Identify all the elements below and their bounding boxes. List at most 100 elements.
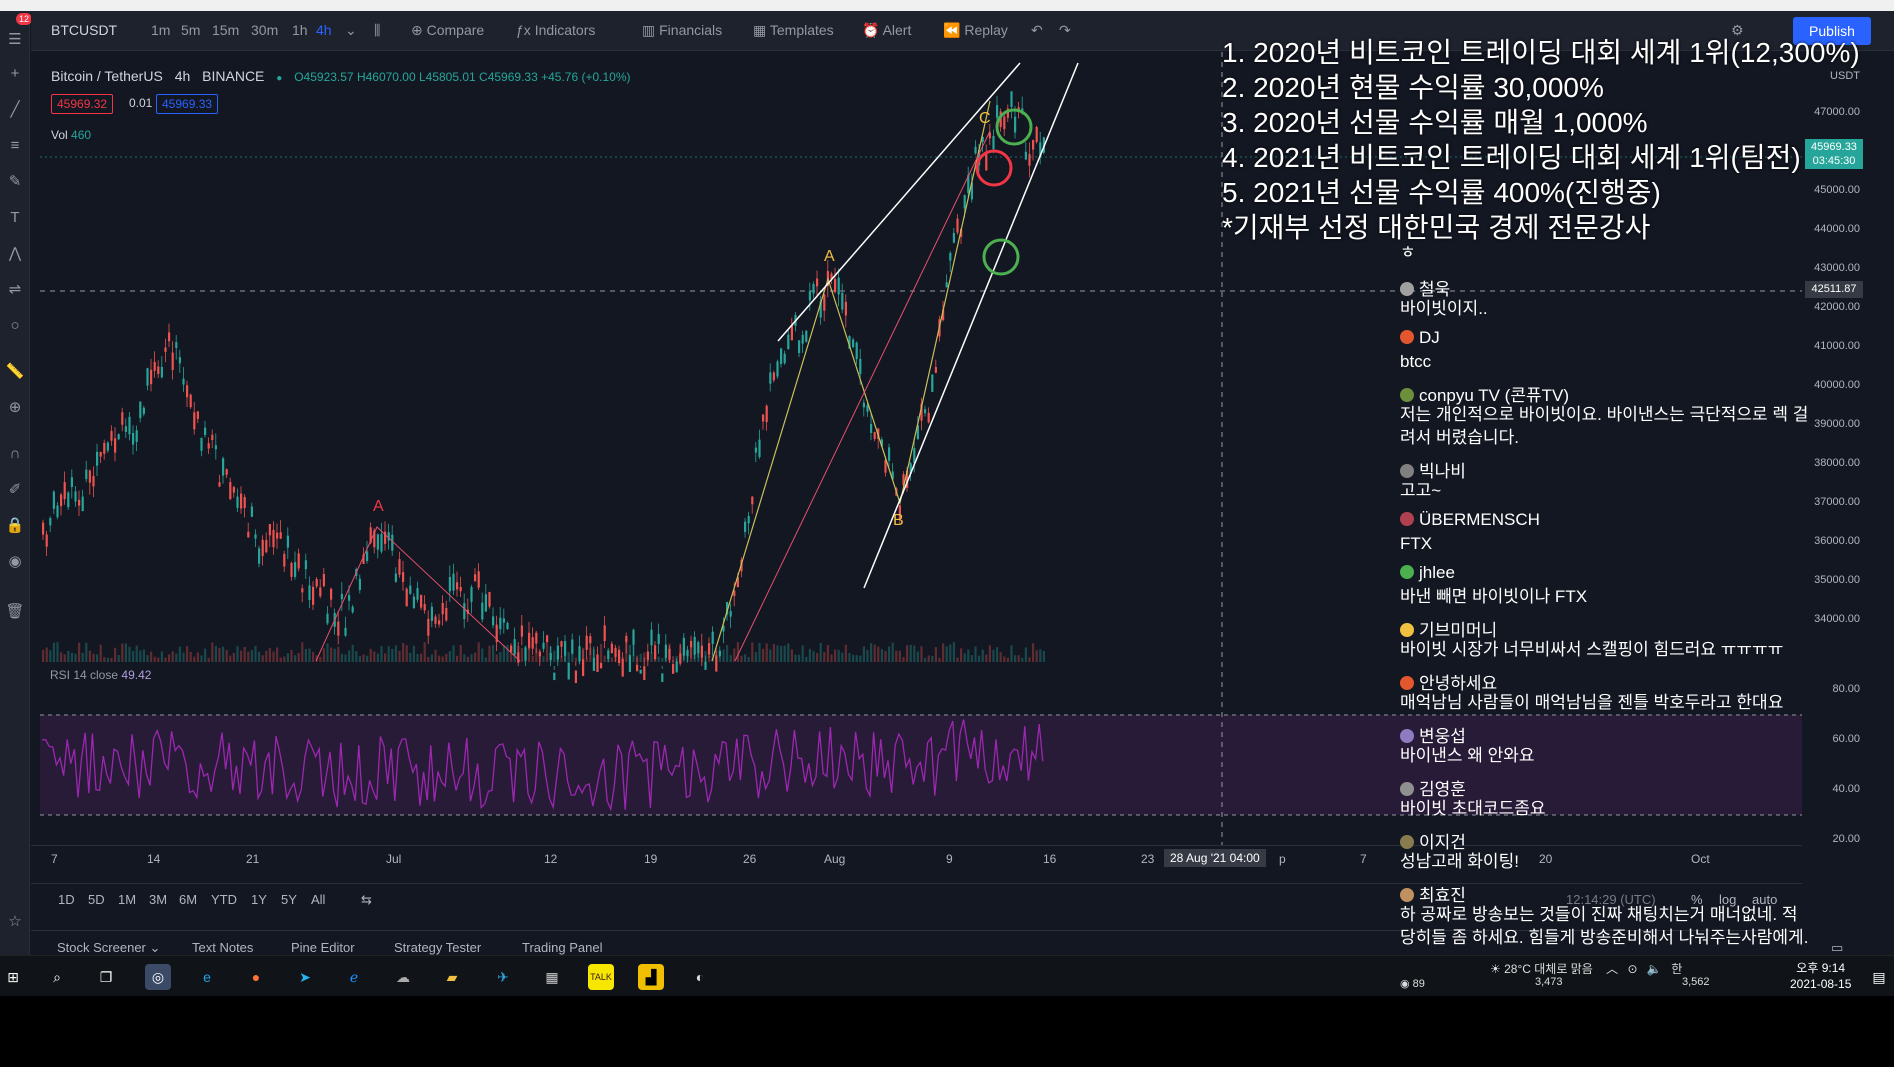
time-label: 21 xyxy=(246,852,260,866)
speaker-icon[interactable]: 🔈 xyxy=(1647,962,1662,976)
chat-message: 바이빗 시장가 너무비싸서 스캘핑이 힘드러요 ㅠㅠㅠㅠ xyxy=(1400,640,1784,659)
range-3m[interactable]: 3M xyxy=(149,892,167,907)
symbol-exchange: BINANCE xyxy=(202,68,265,84)
avatar xyxy=(1400,623,1414,637)
avatar xyxy=(1400,388,1414,402)
edge-icon[interactable]: e xyxy=(194,964,220,990)
tray-chevron-icon[interactable]: ︿ xyxy=(1606,962,1618,976)
file-explorer-icon[interactable]: ▰ xyxy=(439,964,465,990)
bird-app-icon[interactable]: ➤ xyxy=(292,964,318,990)
tab-trading-panel[interactable]: Trading Panel xyxy=(522,940,602,955)
rsi-value: 49.42 xyxy=(121,668,152,682)
rsi-axis-label: 60.00 xyxy=(1832,733,1860,745)
avatar xyxy=(1400,835,1414,849)
symbol-title: Bitcoin / TetherUS xyxy=(51,68,163,84)
time-label: 9 xyxy=(946,852,953,866)
tab-strategy-tester[interactable]: Strategy Tester xyxy=(394,940,481,955)
chat-message: FTX xyxy=(1400,534,1433,553)
firefox-icon[interactable]: ● xyxy=(243,964,269,990)
obs-icon[interactable]: ◐ xyxy=(687,964,713,990)
kakaotalk-icon[interactable]: TALK xyxy=(588,964,614,990)
symbol-interval: 4h xyxy=(174,68,191,84)
range-all[interactable]: All xyxy=(311,892,325,907)
chat-username: jhlee xyxy=(1400,563,1455,583)
achievement-line: 3. 2020년 선물 수익률 매월 1,000% xyxy=(1222,107,1648,138)
network-app-icon[interactable]: ☁ xyxy=(390,964,416,990)
time-label: 12 xyxy=(544,852,558,866)
tab-stock-screener[interactable]: Stock Screener ⌄ xyxy=(57,940,160,956)
viewer-count: ◉ 89 xyxy=(1400,977,1425,990)
time-label: p xyxy=(1279,852,1286,866)
avatar xyxy=(1400,888,1414,902)
range-1d[interactable]: 1D xyxy=(58,892,75,907)
chat-message: btcc xyxy=(1400,352,1432,371)
chat-message: 하 공짜로 방송보는 것들이 진짜 채팅치는거 매너없네. 적당히들 좀 하세요… xyxy=(1400,905,1809,947)
sticky-notes-icon[interactable]: ▟ xyxy=(638,964,664,990)
candle-body xyxy=(574,670,577,684)
price-label: 34000.00 xyxy=(1814,613,1860,625)
price-label: 35000.00 xyxy=(1814,574,1860,586)
clock-date: 2021-08-15 xyxy=(1790,977,1852,991)
range-6m[interactable]: 6M xyxy=(179,892,197,907)
chat-message: 고고~ xyxy=(1400,481,1442,500)
range-5y[interactable]: 5Y xyxy=(281,892,297,907)
time-label: 14 xyxy=(147,852,161,866)
range-1m[interactable]: 1M xyxy=(118,892,136,907)
app-window: ☰ 12 + ╱ ≡ ✎ T ⋀ ⇌ ○ 📏 ⊕ ∩ ✐ 🔒 ◉ 🗑 ☆ BTC… xyxy=(0,0,1894,1067)
time-label: 26 xyxy=(743,852,757,866)
price-label: 37000.00 xyxy=(1814,496,1860,508)
spread-value: 0.01 xyxy=(129,96,153,110)
internet-explorer-icon[interactable]: ℯ xyxy=(341,964,367,990)
search-icon[interactable]: ⌕ xyxy=(44,964,70,990)
viewer-count-value: 89 xyxy=(1412,978,1425,990)
chat-message: 바이빗 초대코드좀요 xyxy=(1400,799,1546,818)
candle-body xyxy=(661,673,664,683)
task-view-icon[interactable]: ❐ xyxy=(93,964,119,990)
chat-message: 바낸 빼면 바이빗이나 FTX xyxy=(1400,587,1588,606)
network-icon[interactable]: ⊙ xyxy=(1627,962,1637,976)
price-label: 41000.00 xyxy=(1814,340,1860,352)
ime-icon[interactable]: 한 xyxy=(1671,962,1682,976)
chat-partial-line: ㅎ xyxy=(1400,243,1416,262)
telegram-icon[interactable]: ✈ xyxy=(490,964,516,990)
chat-message: 바이낸스 왜 안와요 xyxy=(1400,746,1535,765)
taskbar-clock[interactable]: 오후 9:14 2021-08-15 xyxy=(1790,960,1851,992)
rsi-axis-label: 20.00 xyxy=(1832,833,1860,845)
notifications-icon[interactable]: ▤ xyxy=(1866,964,1892,990)
buy-price-button[interactable]: 45969.33 xyxy=(156,94,219,114)
symbol-legend: Bitcoin / TetherUS 4h BINANCE ● O45923.5… xyxy=(51,68,631,84)
viewer-icon: ◉ xyxy=(1400,978,1413,990)
browser-top-strip xyxy=(0,0,1894,11)
volume-value: 460 xyxy=(71,128,92,142)
goto-date-icon[interactable]: ⇆ xyxy=(361,892,372,908)
candle-body xyxy=(553,672,556,681)
range-5d[interactable]: 5D xyxy=(88,892,105,907)
price-label: 38000.00 xyxy=(1814,457,1860,469)
candle-body xyxy=(639,669,642,674)
chat-message: 매억남님 사람들이 매억남님을 젠틀 박호두라고 한대요 xyxy=(1400,693,1784,712)
candle-body xyxy=(567,662,570,680)
tab-text-notes[interactable]: Text Notes xyxy=(192,940,253,955)
calculator-icon[interactable]: ▦ xyxy=(539,964,565,990)
tab-pine-editor[interactable]: Pine Editor xyxy=(291,940,355,955)
windows-start-icon[interactable]: ⊞ xyxy=(0,964,26,990)
avatar xyxy=(1400,676,1414,690)
market-open-icon: ● xyxy=(276,73,283,84)
range-ytd[interactable]: YTD xyxy=(211,892,237,907)
candle-body xyxy=(643,666,646,681)
tab-label: Stock Screener xyxy=(57,940,146,955)
sell-price-button[interactable]: 45969.32 xyxy=(51,94,114,114)
weather-icon: ☀ xyxy=(1490,962,1505,976)
weather-text[interactable]: 28°C 대체로 맑음 xyxy=(1504,962,1593,976)
achievement-line: 2. 2020년 현물 수익률 30,000% xyxy=(1222,72,1604,103)
maximize-panel-icon[interactable]: ▭ xyxy=(1831,940,1843,956)
chat-message: 성남고래 화이팅! xyxy=(1400,852,1519,871)
rsi-title: RSI 14 close xyxy=(50,668,119,682)
price-label: 43000.00 xyxy=(1814,262,1860,274)
avatar xyxy=(1400,565,1414,579)
time-label: 7 xyxy=(51,852,58,866)
range-1y[interactable]: 1Y xyxy=(251,892,267,907)
rsi-axis-label: 80.00 xyxy=(1832,683,1860,695)
live-chat-overlay: ㅎ 철욱 바이빗이지.. DJ btcc conpyu TV (콘퓨TV) 저는 개인적으… xyxy=(1396,223,1816,983)
chrome-icon[interactable]: ◎ xyxy=(145,964,171,990)
